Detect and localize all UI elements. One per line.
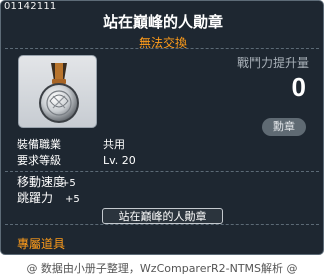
level-label: 要求等級 [17, 154, 61, 167]
level-row: 要求等級 Lv. 20 [17, 152, 136, 168]
medal-category-badge: 勳章 [262, 118, 306, 136]
stat-value: +5 [61, 178, 76, 189]
divider [5, 224, 319, 225]
exclusive-item-label: 專屬道具 [17, 237, 66, 251]
stat-label: 移動速度 [17, 175, 66, 189]
item-tooltip: 01142111 站在巔峰的人勛章 無法交換 戰鬥力提升量 0 勳章 裝備職業 … [0, 0, 324, 255]
power-increase-value: 0 [291, 72, 306, 102]
power-increase-label: 戰鬥力提升量 [236, 56, 309, 70]
stat-row-speed: 移動速度+5 [17, 173, 80, 190]
footer-credit: @ 数据由小册子整理，WzComparerR2-NTMS解析 @ [26, 262, 298, 275]
stat-label: 跳躍力 [17, 191, 54, 205]
stat-row-jump: 跳躍力 +5 [17, 189, 80, 206]
item-icon-frame [18, 55, 97, 128]
item-name: 站在巔峰的人勛章 [102, 13, 223, 31]
job-value: 共用 [103, 138, 125, 151]
job-label: 裝備職業 [17, 138, 61, 151]
divider [5, 48, 319, 49]
medal-icon [39, 63, 79, 123]
title-button[interactable]: 站在巔峰的人勛章 [102, 208, 223, 224]
stat-value: +5 [65, 194, 80, 205]
level-value: Lv. 20 [103, 154, 136, 167]
divider [5, 171, 319, 172]
job-row: 裝備職業 共用 [17, 136, 125, 152]
